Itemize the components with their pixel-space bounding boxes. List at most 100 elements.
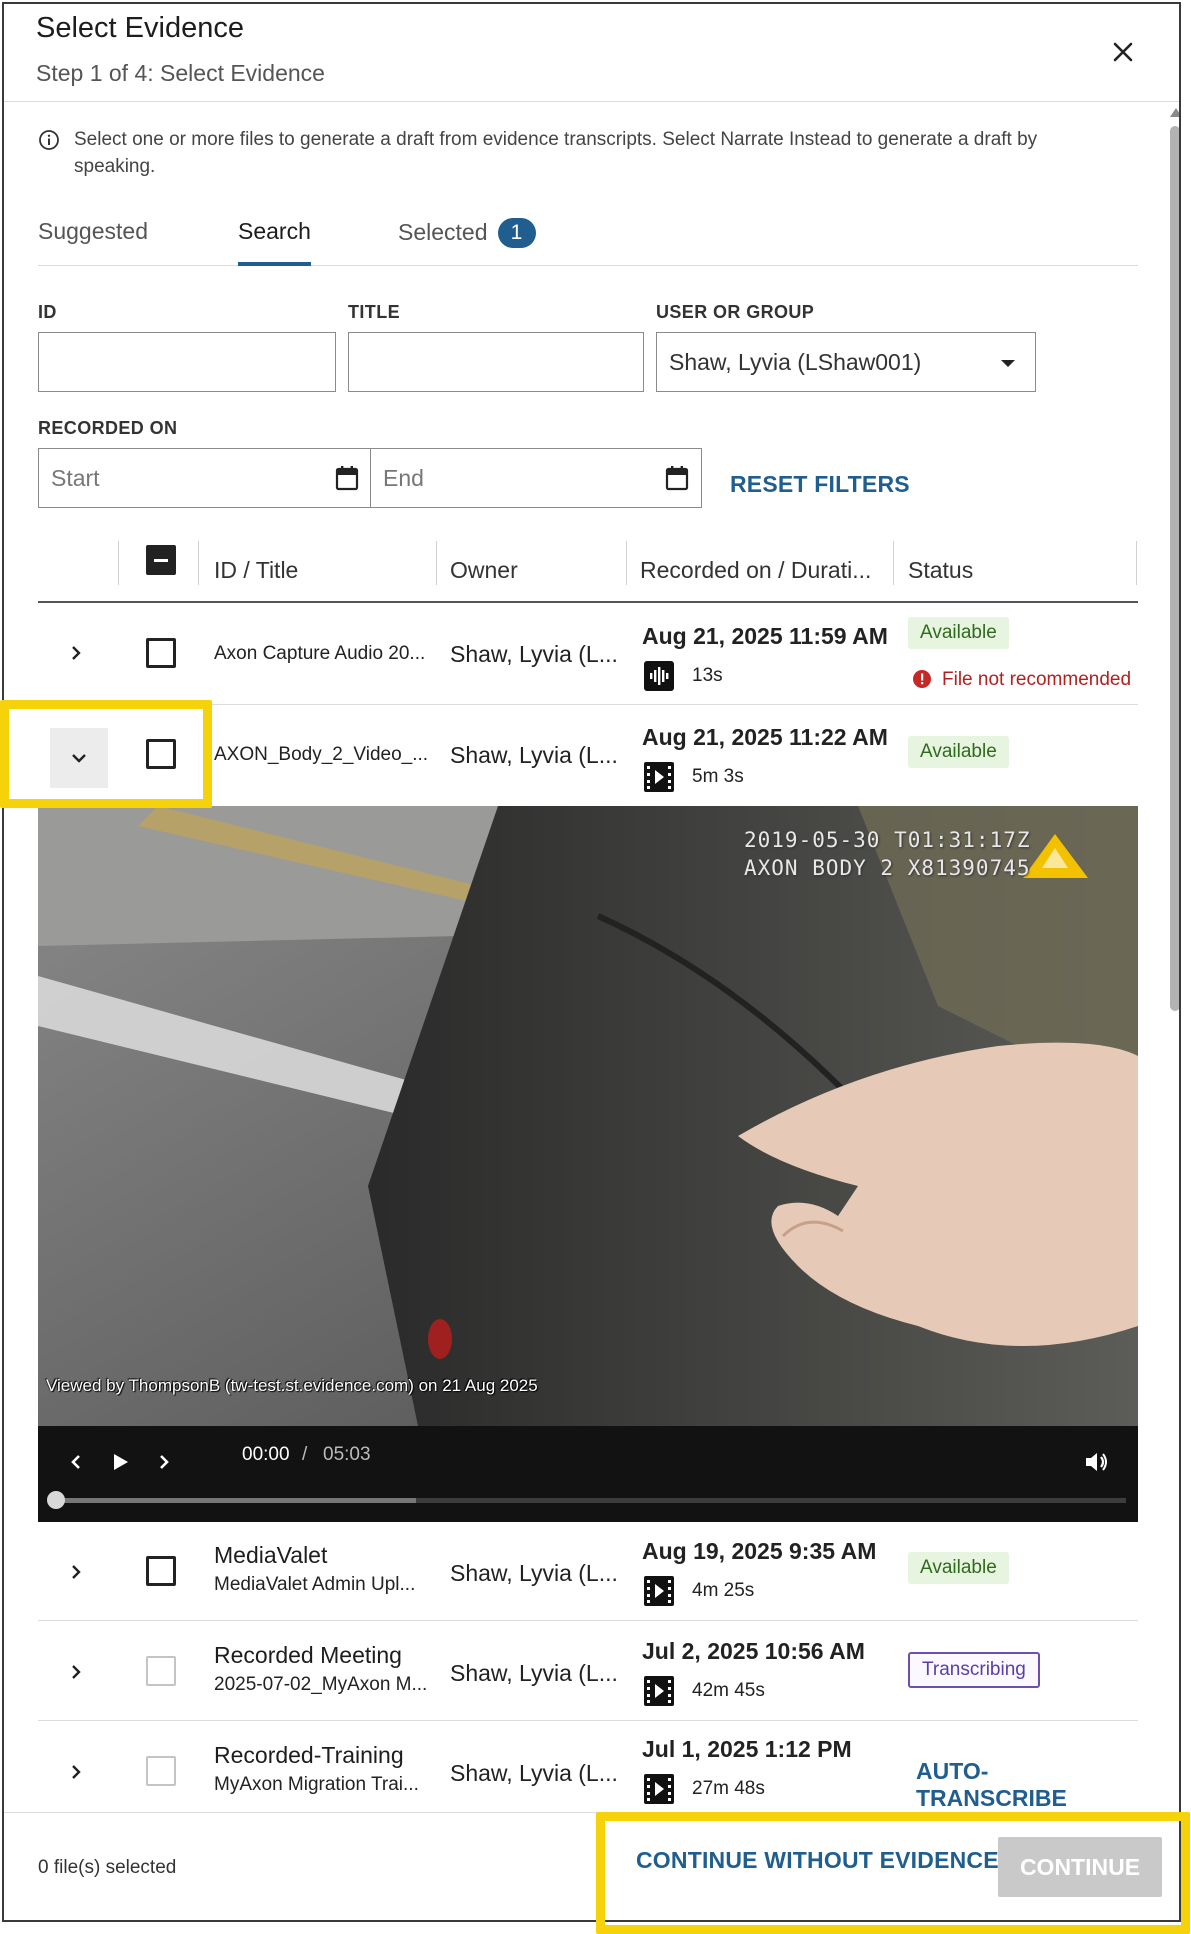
video-progress-bar[interactable] <box>47 1491 1126 1509</box>
title-filter-label: TITLE <box>348 302 400 322</box>
title-filter-input-wrap <box>348 332 644 392</box>
video-icon <box>644 1676 674 1706</box>
row-id[interactable]: MediaValet Admin Upl... <box>214 1574 415 1596</box>
id-filter-input[interactable] <box>39 333 335 391</box>
row-duration: 13s <box>692 665 723 686</box>
dropdown-caret-icon <box>1001 360 1015 367</box>
row-checkbox[interactable] <box>146 638 176 668</box>
header-id-title[interactable]: ID / Title <box>214 557 298 584</box>
id-filter-input-wrap <box>38 332 336 392</box>
table-row[interactable]: MediaValet MediaValet Admin Upl... Shaw,… <box>38 1522 1138 1621</box>
row-checkbox[interactable] <box>146 739 176 769</box>
reset-filters-button[interactable]: RESET FILTERS <box>730 471 910 498</box>
video-frame-image <box>38 806 1138 1426</box>
row-owner: Shaw, Lyvia (L... <box>450 742 618 768</box>
status-badge: Available <box>908 1552 1009 1584</box>
scrollbar-thumb[interactable] <box>1170 126 1179 1011</box>
row-duration: 27m 48s <box>692 1778 765 1799</box>
scrollbar[interactable] <box>1168 108 1179 1808</box>
header-owner[interactable]: Owner <box>450 557 518 584</box>
calendar-icon[interactable] <box>665 465 689 491</box>
title-filter-input[interactable] <box>349 333 643 391</box>
start-date-input[interactable] <box>39 449 371 507</box>
row-id[interactable]: Axon Capture Audio 20... <box>214 643 425 665</box>
volume-icon[interactable] <box>1078 1444 1114 1480</box>
row-id[interactable]: AXON_Body_2_Video_... <box>214 744 428 766</box>
video-icon <box>644 1576 674 1606</box>
video-icon <box>644 1774 674 1804</box>
tab-selected-label: Selected <box>398 219 488 245</box>
column-divider <box>1136 541 1137 585</box>
column-divider <box>626 541 627 585</box>
evidence-tabs: Suggested Search Selected 1 <box>38 210 1138 266</box>
row-title[interactable]: Recorded-Training <box>214 1742 404 1769</box>
collapse-row-chevron-icon[interactable] <box>50 728 108 788</box>
row-owner: Shaw, Lyvia (L... <box>450 1760 618 1786</box>
status-badge: Available <box>908 736 1009 768</box>
close-icon[interactable] <box>1107 36 1139 68</box>
dialog-step-subtitle: Step 1 of 4: Select Evidence <box>36 60 325 86</box>
continue-without-evidence-button[interactable]: CONTINUE WITHOUT EVIDENCE <box>636 1847 999 1874</box>
row-checkbox[interactable] <box>146 1556 176 1586</box>
video-preview[interactable]: 2019-05-30 T01:31:17Z AXON BODY 2 X81390… <box>38 806 1138 1426</box>
current-time: 00:00 <box>242 1444 290 1465</box>
continue-button[interactable]: CONTINUE <box>998 1837 1162 1897</box>
selected-count-badge: 1 <box>497 218 536 248</box>
auto-transcribe-button[interactable]: AUTO-TRANSCRIBE <box>916 1758 1138 1812</box>
next-frame-icon[interactable] <box>146 1444 182 1480</box>
video-controls: 00:00 / 05:03 <box>38 1426 1138 1522</box>
row-recorded-date: Jul 2, 2025 10:56 AM <box>642 1638 865 1664</box>
video-buffered-bar <box>50 1498 416 1503</box>
row-recorded-date: Aug 19, 2025 9:35 AM <box>642 1538 877 1564</box>
tab-search[interactable]: Search <box>238 218 311 266</box>
time-separator: / <box>302 1444 308 1465</box>
table-row-expanded[interactable]: AXON_Body_2_Video_... Shaw, Lyvia (L... … <box>38 706 1138 806</box>
end-date-field <box>370 448 702 508</box>
row-title[interactable]: Recorded Meeting <box>214 1642 402 1669</box>
info-text: Select one or more files to generate a d… <box>74 129 1038 177</box>
previous-frame-icon[interactable] <box>58 1444 94 1480</box>
calendar-icon[interactable] <box>335 465 359 491</box>
header-recorded-on[interactable]: Recorded on / Durati... <box>640 557 871 584</box>
table-header: ID / Title Owner Recorded on / Durati...… <box>38 541 1138 603</box>
select-all-checkbox[interactable] <box>146 545 176 575</box>
column-divider <box>893 541 894 585</box>
start-date-field <box>38 448 372 508</box>
expand-row-chevron-icon[interactable] <box>52 1642 100 1702</box>
dialog-header: Select Evidence Step 1 of 4: Select Evid… <box>4 4 1179 102</box>
user-group-select[interactable]: Shaw, Lyvia (LShaw001) <box>656 332 1036 392</box>
header-status[interactable]: Status <box>908 557 973 584</box>
user-group-selected-value: Shaw, Lyvia (LShaw001) <box>669 349 922 375</box>
table-row[interactable]: Recorded Meeting 2025-07-02_MyAxon M... … <box>38 1622 1138 1721</box>
status-badge-transcribing: Transcribing <box>908 1652 1040 1688</box>
scroll-up-arrow-icon[interactable] <box>1170 108 1179 117</box>
table-row[interactable]: Axon Capture Audio 20... Shaw, Lyvia (L.… <box>38 605 1138 705</box>
selected-files-count: 0 file(s) selected <box>38 1857 177 1878</box>
play-icon[interactable] <box>102 1444 138 1480</box>
expand-row-chevron-icon[interactable] <box>52 1742 100 1802</box>
expand-row-chevron-icon[interactable] <box>52 1542 100 1602</box>
column-divider <box>118 541 119 585</box>
row-checkbox-disabled <box>146 1756 176 1786</box>
row-checkbox-disabled <box>146 1656 176 1686</box>
video-timestamp-overlay: 2019-05-30 T01:31:17Z AXON BODY 2 X81390… <box>744 826 1031 882</box>
column-divider <box>436 541 437 585</box>
table-row[interactable]: Recorded-Training MyAxon Migration Trai.… <box>38 1722 1138 1812</box>
row-recorded-date: Aug 21, 2025 11:59 AM <box>642 623 888 649</box>
row-recorded-date: Aug 21, 2025 11:22 AM <box>642 724 888 750</box>
end-date-input[interactable] <box>371 449 701 507</box>
total-time: 05:03 <box>323 1444 371 1465</box>
row-recorded-date: Jul 1, 2025 1:12 PM <box>642 1736 852 1762</box>
row-id[interactable]: 2025-07-02_MyAxon M... <box>214 1674 427 1696</box>
expand-row-chevron-icon[interactable] <box>52 623 100 683</box>
video-stamp-line-2: AXON BODY 2 X81390745 <box>744 856 1031 880</box>
video-scrubber-handle[interactable] <box>47 1491 65 1509</box>
tab-suggested[interactable]: Suggested <box>38 218 148 266</box>
user-group-filter-label: USER OR GROUP <box>656 302 815 322</box>
row-title[interactable]: MediaValet <box>214 1542 327 1569</box>
row-id[interactable]: MyAxon Migration Trai... <box>214 1774 419 1796</box>
row-owner: Shaw, Lyvia (L... <box>450 1560 618 1586</box>
video-stamp-line-1: 2019-05-30 T01:31:17Z <box>744 828 1031 852</box>
video-watermark: Viewed by ThompsonB (tw-test.st.evidence… <box>46 1376 538 1395</box>
tab-selected[interactable]: Selected 1 <box>398 218 536 266</box>
